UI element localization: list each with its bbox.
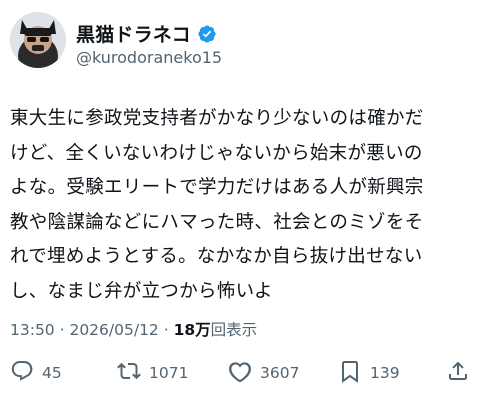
action-bar: 45 1071 3607 139 bbox=[0, 358, 480, 388]
black-cat-avatar-icon bbox=[10, 12, 66, 68]
reply-icon bbox=[10, 359, 34, 387]
tweet-text-line: よな。受験エリートで学力だけはある人が新興宗 bbox=[10, 177, 424, 198]
repost-count: 1071 bbox=[149, 364, 189, 382]
meta-separator: · bbox=[54, 321, 70, 339]
bookmark-icon bbox=[338, 359, 362, 387]
tweet-text-line: れで埋めようとする。なかなか自ら抜け出せない bbox=[10, 246, 423, 267]
verified-badge-icon bbox=[197, 24, 217, 44]
share-icon bbox=[446, 359, 470, 387]
handle[interactable]: @kurodoraneko15 bbox=[76, 48, 222, 67]
post-date[interactable]: 2026/05/12 bbox=[69, 321, 158, 339]
tweet-text-line: し、なまじ弁が立つから怖いよ bbox=[10, 280, 273, 302]
bookmark-count: 139 bbox=[370, 364, 400, 382]
reply-button[interactable]: 45 bbox=[10, 358, 62, 388]
repost-icon bbox=[117, 359, 141, 387]
views-label: 回表示 bbox=[210, 321, 258, 339]
bookmark-button[interactable]: 139 bbox=[338, 358, 400, 388]
tweet-text-line: けど、全くいないわけじゃないから始末が悪いの bbox=[10, 142, 423, 164]
tweet-header: 黒猫ドラネコ @kurodoraneko15 bbox=[10, 12, 470, 72]
reply-count: 45 bbox=[42, 364, 62, 382]
repost-button[interactable]: 1071 bbox=[117, 358, 188, 388]
tweet-text-line: 東大生に参政党支持者がかなり少ないのは確かだ bbox=[10, 108, 424, 129]
display-name[interactable]: 黒猫ドラネコ bbox=[76, 20, 191, 47]
like-count: 3607 bbox=[260, 364, 300, 382]
views-count: 18万 bbox=[173, 321, 211, 339]
tweet-text: 東大生に参政党支持者がかなり少ないのは確かだ けど、全くいないわけじゃないから始… bbox=[10, 102, 472, 309]
meta-separator: · bbox=[158, 321, 174, 339]
tweet-text-line: 教や陰謀論などにハマった時、社会とのミゾをそ bbox=[10, 211, 424, 233]
heart-icon bbox=[228, 359, 252, 387]
tweet-meta: 13:50 · 2026/05/12 · 18万回表示 bbox=[10, 318, 257, 340]
avatar[interactable] bbox=[10, 12, 66, 68]
share-button[interactable] bbox=[446, 358, 470, 388]
post-time[interactable]: 13:50 bbox=[10, 321, 55, 339]
like-button[interactable]: 3607 bbox=[228, 358, 299, 388]
